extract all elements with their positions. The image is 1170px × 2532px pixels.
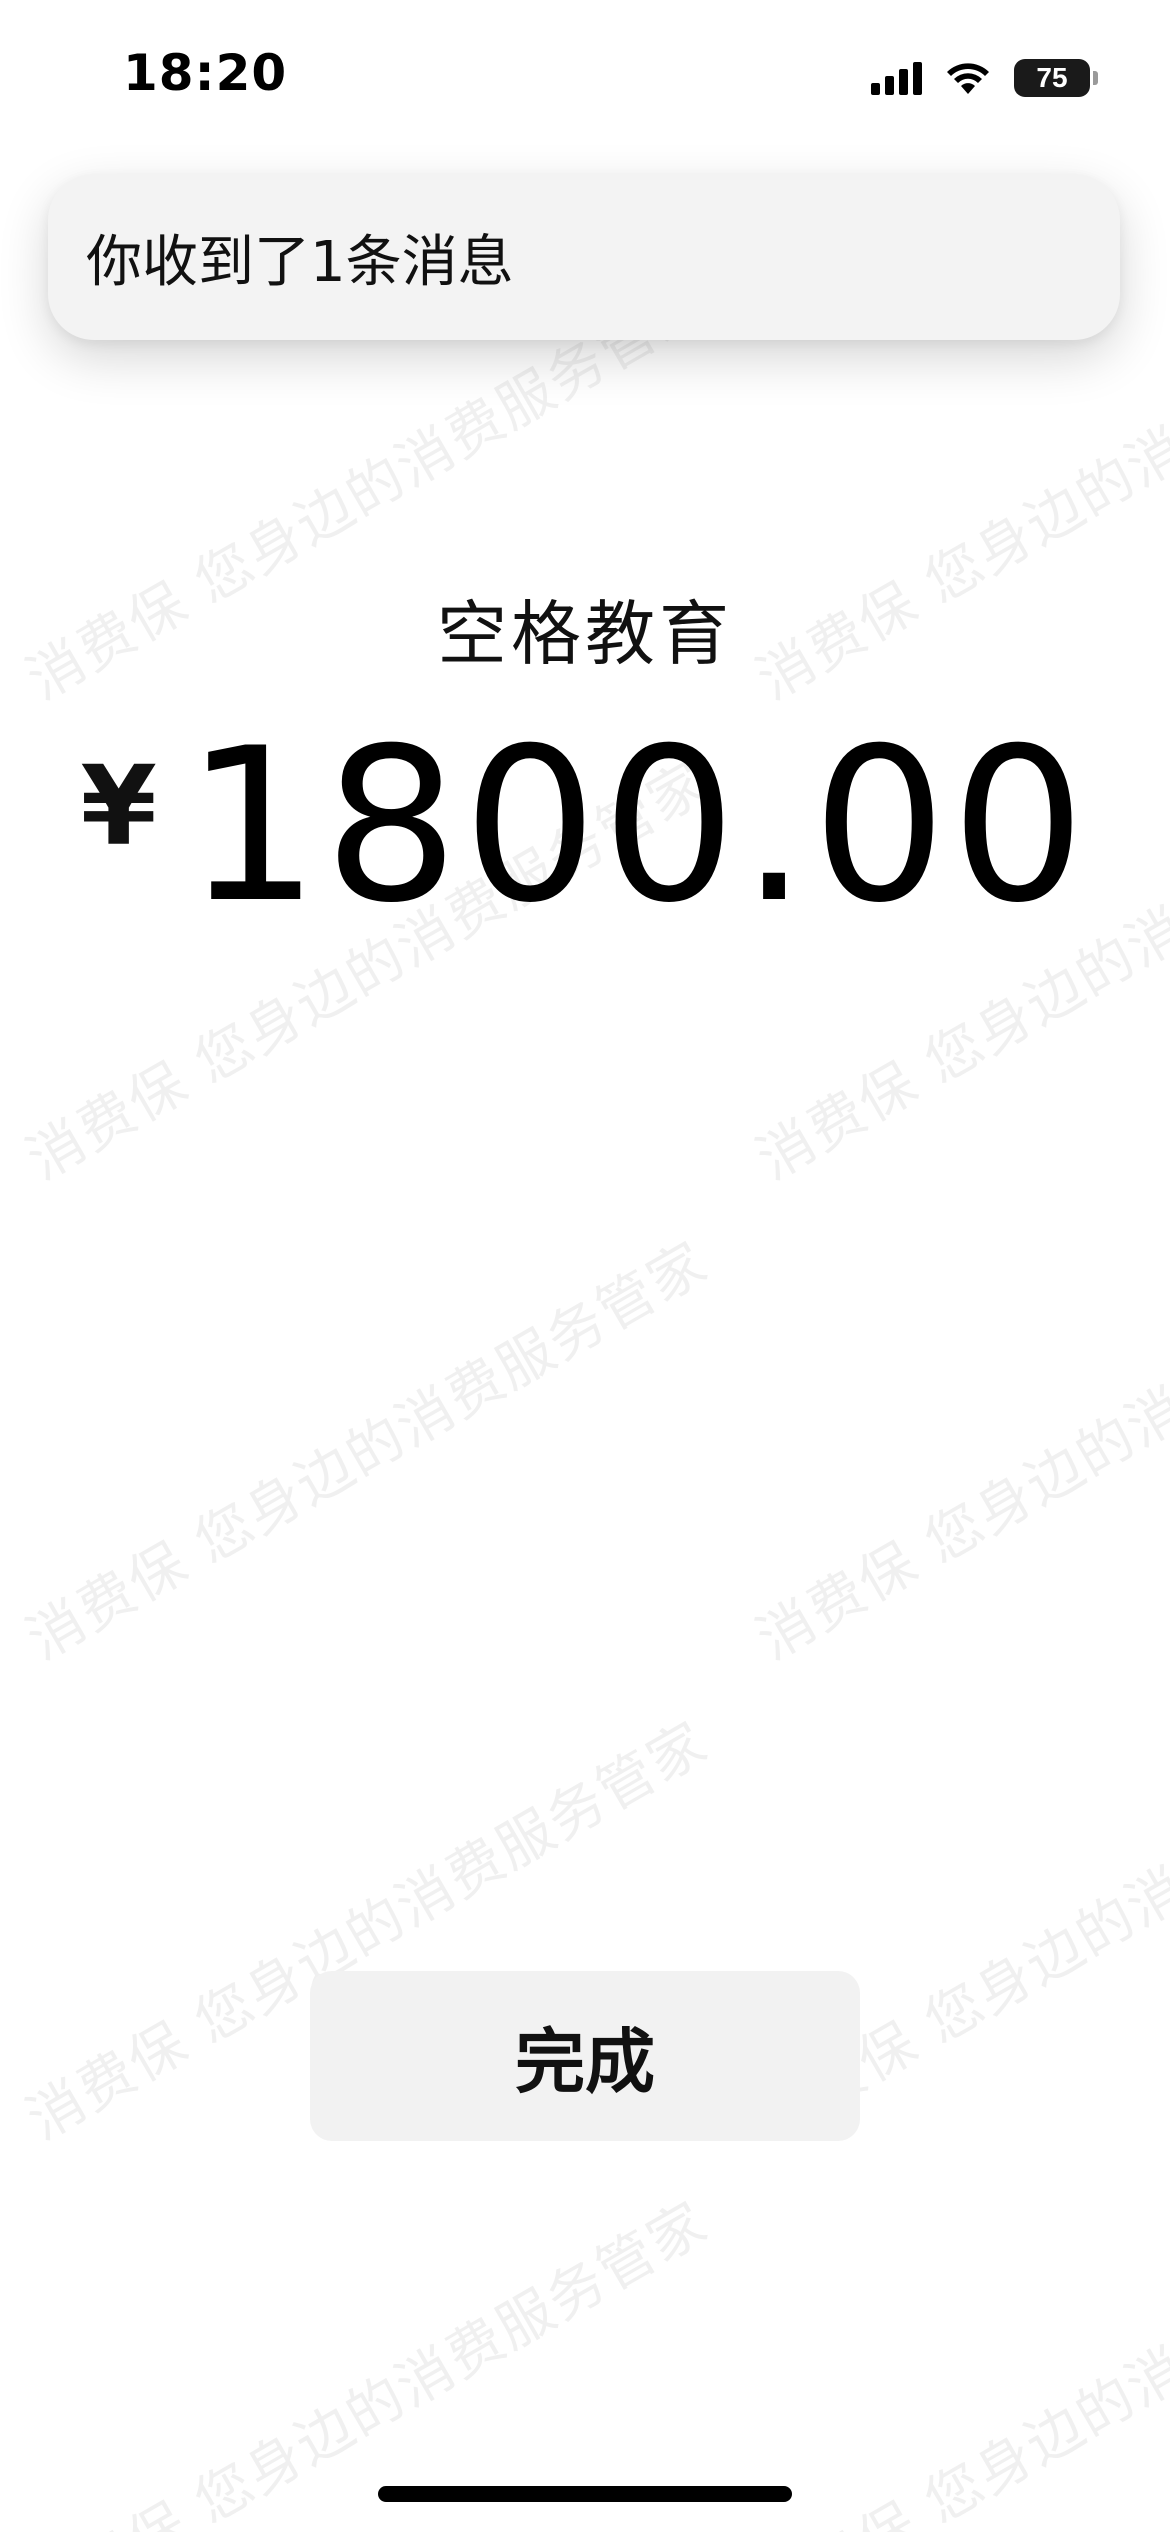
watermark-text: 消费保 您身边的消费服务管家	[16, 1229, 719, 1673]
done-button[interactable]: 完成	[310, 1971, 860, 2141]
cellular-signal-icon	[871, 61, 922, 95]
amount-row: ¥ 1800.00	[0, 720, 1170, 932]
payment-success-screen: 消费保 您身边的消费服务管家 消费保 您身边的消费服务管家 消费保 您身边的消费…	[0, 0, 1170, 2532]
notification-text: 你收到了1条消息	[86, 229, 514, 295]
watermark-layer: 消费保 您身边的消费服务管家 消费保 您身边的消费服务管家 消费保 您身边的消费…	[0, 0, 1170, 2532]
status-bar-icons: 75	[871, 56, 1098, 100]
watermark-text: 消费保 您身边的消费服务管家	[746, 2189, 1170, 2532]
wifi-icon	[947, 63, 989, 94]
battery-icon: 75	[1014, 59, 1098, 97]
battery-cap	[1093, 71, 1098, 85]
watermark-text: 消费保 您身边的消费服务管家	[746, 1229, 1170, 1673]
notification-banner[interactable]: 你收到了1条消息	[48, 174, 1120, 340]
status-bar-time: 18:20	[123, 44, 288, 102]
currency-symbol: ¥	[80, 742, 157, 870]
payee-name: 空格教育	[437, 593, 733, 675]
payment-amount: 1800.00	[184, 702, 1090, 949]
home-indicator[interactable]	[378, 2486, 792, 2502]
watermark-text: 消费保 您身边的消费服务管家	[16, 2189, 719, 2532]
battery-level: 75	[1036, 62, 1068, 93]
